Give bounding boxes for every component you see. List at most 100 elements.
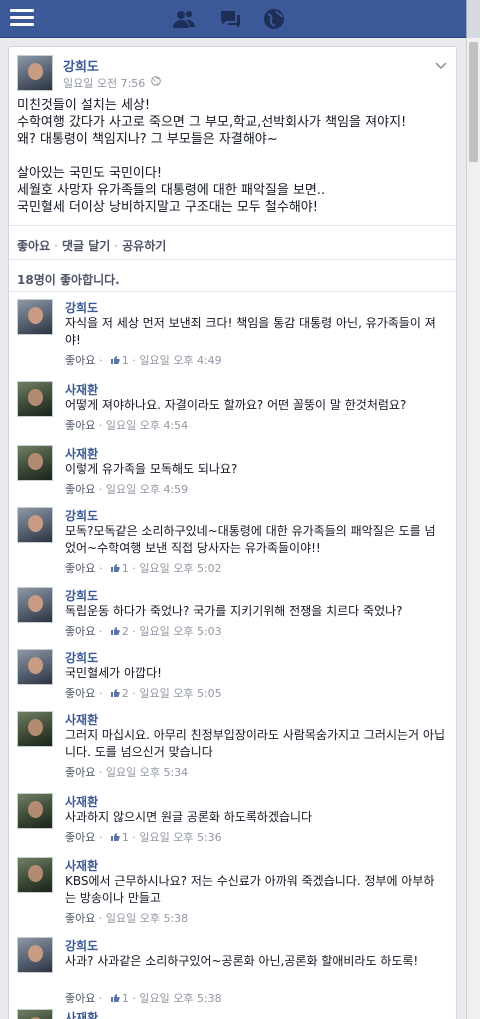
separator: · <box>98 625 103 638</box>
divider <box>9 291 456 292</box>
commenter-avatar[interactable] <box>17 857 53 893</box>
post-line: 왜? 대통령이 책임지나? 그 부모들은 자결해야~ <box>17 132 278 147</box>
commenter-avatar[interactable] <box>17 587 53 623</box>
comment-like-button[interactable]: 좋아요 <box>65 562 95 575</box>
commenter-name[interactable]: 강희도 <box>65 937 98 954</box>
author-avatar[interactable] <box>17 55 53 91</box>
post-header: 강희도 일요일 오전 7:56 <box>17 55 447 91</box>
comment-meta: 좋아요 · 일요일 오후 5:38 <box>65 910 188 926</box>
post-timestamp[interactable]: 일요일 오전 7:56 <box>63 75 145 91</box>
top-navigation-bar <box>0 0 480 38</box>
commenter-name[interactable]: 강희도 <box>65 649 98 666</box>
comment-like-count[interactable]: 1 <box>122 831 129 844</box>
scrollbar-thumb[interactable] <box>469 42 478 162</box>
comment-item: 강희도 자식을 저 세상 먼저 보낸죄 크다! 책임을 통감 대통령 아닌, 유… <box>17 299 452 373</box>
comment-time[interactable]: 일요일 오후 5:34 <box>106 766 188 779</box>
commenter-name[interactable]: 사재환 <box>65 857 98 874</box>
chevron-down-icon[interactable] <box>435 61 447 71</box>
post-line: 살아있는 국민도 국민이다! <box>17 166 163 181</box>
commenter-name[interactable]: 사재환 <box>65 793 98 810</box>
thumbs-up-icon <box>110 627 120 635</box>
comment-like-button[interactable]: 좋아요 <box>65 831 95 844</box>
comment-time[interactable]: 일요일 오후 5:38 <box>106 912 188 925</box>
comment-time[interactable]: 일요일 오후 5:38 <box>139 992 221 1005</box>
public-globe-icon <box>151 76 161 86</box>
separator: · <box>98 912 103 925</box>
comment-text: 모독?모독같은 소리하구있네~대통령에 대한 유가족들의 패악질은 도를 넘었어… <box>65 524 436 555</box>
comment-item: 강희도 국민혈세가 아깝다! 좋아요 · 2 · 일요일 오후 5:05 <box>17 649 452 709</box>
commenter-name[interactable]: 사재환 <box>65 1009 98 1019</box>
comment-time[interactable]: 일요일 오후 5:02 <box>139 562 221 575</box>
friend-requests-icon[interactable] <box>172 8 196 30</box>
messages-icon[interactable] <box>218 8 242 30</box>
comment-like-button[interactable]: 좋아요 <box>65 483 95 496</box>
comment-item: 사재환 KBS에서 근무하시나요? 저는 수신료가 아까워 죽겠습니다. 정부에… <box>17 857 452 931</box>
commenter-avatar[interactable] <box>17 649 53 685</box>
notifications-globe-icon[interactable] <box>262 8 286 30</box>
commenter-name[interactable]: 사재환 <box>65 445 98 462</box>
like-action[interactable]: 좋아요 <box>17 239 50 253</box>
post-line: 세월호 사망자 유가족들의 대통령에 대한 패악질을 보면.. <box>17 183 326 198</box>
commenter-avatar[interactable] <box>17 299 53 335</box>
comment-time[interactable]: 일요일 오후 4:49 <box>139 354 221 367</box>
separator: · <box>98 766 103 779</box>
comment-time[interactable]: 일요일 오후 5:03 <box>139 625 221 638</box>
comment-like-count[interactable]: 1 <box>122 992 129 1005</box>
commenter-avatar[interactable] <box>17 1009 53 1019</box>
commenter-avatar[interactable] <box>17 381 53 417</box>
commenter-name[interactable]: 강희도 <box>65 299 98 316</box>
comment-time[interactable]: 일요일 오후 5:36 <box>139 831 221 844</box>
post-line: 미친것들이 설치는 세상! <box>17 98 151 113</box>
comment-like-count[interactable]: 2 <box>122 687 129 700</box>
divider <box>9 259 456 260</box>
thumbs-up-icon <box>110 564 120 572</box>
commenter-avatar[interactable] <box>17 711 53 747</box>
commenter-name[interactable]: 사재환 <box>65 711 98 728</box>
separator: · <box>98 562 103 575</box>
comment-time[interactable]: 일요일 오후 4:59 <box>106 483 188 496</box>
separator: · <box>114 239 119 253</box>
comment-like-button[interactable]: 좋아요 <box>65 625 95 638</box>
commenter-name[interactable]: 사재환 <box>65 381 98 398</box>
comment-text: 자식을 저 세상 먼저 보낸죄 크다! 책임을 통감 대통령 아닌, 유가족들이… <box>65 316 436 347</box>
separator: · <box>98 831 103 844</box>
comment-time[interactable]: 일요일 오후 5:05 <box>139 687 221 700</box>
commenter-avatar[interactable] <box>17 793 53 829</box>
thumbs-up-icon <box>110 689 120 697</box>
commenter-avatar[interactable] <box>17 937 53 973</box>
commenter-name[interactable]: 강희도 <box>65 507 98 524</box>
comment-item: 강희도 사과? 사과같은 소리하구있어~공론화 아닌,공론화 할애비라도 하도록… <box>17 937 452 1011</box>
commenter-avatar[interactable] <box>17 507 53 543</box>
commenter-name[interactable]: 강희도 <box>65 587 98 604</box>
vertical-scrollbar[interactable] <box>466 38 480 1019</box>
comment-meta: 좋아요 · 1 · 일요일 오후 5:36 <box>65 829 222 845</box>
separator: · <box>132 831 136 844</box>
share-action[interactable]: 공유하기 <box>122 239 166 253</box>
comment-like-button[interactable]: 좋아요 <box>65 354 95 367</box>
thumbs-up-icon <box>110 833 120 841</box>
likes-summary[interactable]: 18명이 좋아합니다. <box>17 271 120 288</box>
comment-like-button[interactable]: 좋아요 <box>65 766 95 779</box>
comment-like-button[interactable]: 좋아요 <box>65 687 95 700</box>
comment-like-button[interactable]: 좋아요 <box>65 912 95 925</box>
comment-like-button[interactable]: 좋아요 <box>65 419 95 432</box>
separator: · <box>98 354 103 367</box>
comment-meta: 좋아요 · 1 · 일요일 오후 5:02 <box>65 560 222 576</box>
comment-item: 강희도 독립운동 하다가 죽었나? 국가를 지키기위해 전쟁을 치르다 죽었나?… <box>17 587 452 647</box>
comment-time[interactable]: 일요일 오후 4:54 <box>106 419 188 432</box>
comment-meta: 좋아요 · 일요일 오후 5:34 <box>65 764 188 780</box>
comment-like-count[interactable]: 1 <box>122 562 129 575</box>
comment-like-count[interactable]: 2 <box>122 625 129 638</box>
comment-action[interactable]: 댓글 달기 <box>62 239 110 253</box>
scrollbar-up-area[interactable] <box>466 0 480 38</box>
separator: · <box>98 992 103 1005</box>
comment-like-button[interactable]: 좋아요 <box>65 992 95 1005</box>
menu-icon[interactable] <box>10 9 34 29</box>
separator: · <box>132 625 136 638</box>
post-author-name[interactable]: 강희도 <box>63 56 99 75</box>
comment-text: KBS에서 근무하시나요? 저는 수신료가 아까워 죽겠습니다. 정부에 아부하… <box>65 874 435 905</box>
post-line: 국민혈세 더이상 낭비하지말고 구조대는 모두 철수해야! <box>17 200 318 215</box>
comment-text: 이렇게 유가족을 모독해도 되나요? <box>65 462 238 476</box>
commenter-avatar[interactable] <box>17 445 53 481</box>
comment-like-count[interactable]: 1 <box>122 354 129 367</box>
